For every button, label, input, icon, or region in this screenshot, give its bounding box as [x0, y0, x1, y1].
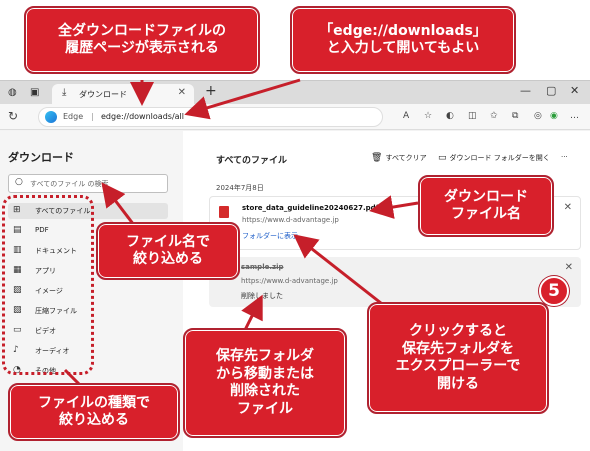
new-tab-icon[interactable]: +	[205, 83, 217, 99]
callout-filter-by-name: ファイル名で 絞り込める	[96, 222, 240, 280]
tab-label: ダウンロード	[79, 90, 127, 99]
refresh-icon[interactable]: ↻	[8, 109, 18, 123]
search-placeholder: すべてのファイル の検索	[30, 180, 109, 188]
more-options-button[interactable]: ···	[561, 153, 568, 161]
minimize-icon[interactable]: —	[520, 84, 531, 97]
address-url[interactable]: edge://downloads/all	[101, 112, 184, 121]
callout-file-name: ダウンロード ファイル名	[418, 175, 554, 237]
step-badge: 5	[539, 276, 569, 306]
favorite-icon[interactable]: ☆	[424, 111, 432, 121]
edge-logo-icon	[45, 111, 57, 123]
address-bar[interactable]: Edge | edge://downloads/all	[38, 107, 383, 127]
download-icon: ⤓	[62, 87, 67, 98]
more-icon[interactable]: …	[570, 111, 579, 121]
address-separator: |	[91, 112, 94, 121]
tab-actions-icon[interactable]: ▣	[30, 87, 39, 98]
clear-all-label: すべてクリア	[385, 154, 427, 162]
close-icon[interactable]: ✕	[564, 202, 572, 213]
open-folder-label: ダウンロード フォルダーを開く	[449, 154, 550, 162]
address-brand: Edge	[63, 112, 84, 121]
file-name[interactable]: store_data_guideline20240627.pdf	[242, 204, 379, 212]
close-icon[interactable]: ✕	[178, 87, 186, 98]
tab-downloads[interactable]: ⤓ ダウンロード ✕	[52, 84, 194, 104]
search-icon: ○	[15, 177, 23, 187]
callout-filter-by-type: ファイルの種類で 絞り込める	[8, 383, 180, 441]
split-screen-icon[interactable]: ◫	[468, 111, 477, 121]
callout-text: 保存先フォルダ から移動または 削除された ファイル	[216, 348, 314, 417]
clear-all-button[interactable]: 🗑 すべてクリア	[371, 153, 427, 163]
maximize-icon[interactable]: ▢	[546, 84, 556, 97]
more-options-label: ···	[561, 153, 568, 161]
callout-url-input: 「edge://downloads」 と入力して開いてもよい	[290, 6, 516, 74]
file-status: 削除しました	[241, 292, 283, 300]
profile-icon[interactable]: ◎	[534, 111, 542, 121]
callout-text: 全ダウンロードファイルの 履歴ページが表示される	[58, 22, 226, 57]
callout-moved-deleted: 保存先フォルダ から移動または 削除された ファイル	[183, 328, 347, 438]
read-aloud-icon[interactable]: A	[403, 111, 409, 121]
filter-highlight	[2, 195, 94, 375]
download-item-deleted: sample.zip https://www.d-advantage.jp 削除…	[209, 257, 581, 307]
trash-icon: 🗑	[371, 153, 383, 163]
workspaces-icon[interactable]: ◍	[8, 87, 17, 98]
tab-bar: ◍ ▣ ⤓ ダウンロード ✕ + — ▢ ✕	[0, 81, 590, 104]
file-source: https://www.d-advantage.jp	[241, 277, 338, 285]
callout-text: 「edge://downloads」 と入力して開いてもよい	[319, 22, 487, 57]
sidebar-title: ダウンロード	[8, 151, 74, 164]
close-icon[interactable]: ✕	[565, 262, 573, 273]
file-source: https://www.d-advantage.jp	[242, 216, 339, 224]
show-in-folder-link[interactable]: フォルダーに表示	[242, 231, 298, 241]
pdf-file-icon	[219, 206, 229, 218]
callout-text: ファイル名で 絞り込める	[126, 233, 210, 268]
favorites-icon[interactable]: ✩	[490, 111, 498, 121]
callout-text: クリックすると 保存先フォルダを エクスプローラーで 開ける	[395, 323, 521, 392]
callout-click-open: クリックすると 保存先フォルダを エクスプローラーで 開ける	[367, 302, 549, 414]
main-title: すべてのファイル	[216, 156, 288, 166]
callout-history-page: 全ダウンロードファイルの 履歴ページが表示される	[24, 6, 260, 74]
open-folder-button[interactable]: ▭ ダウンロード フォルダーを開く	[438, 153, 550, 163]
toolbar: ↻ Edge | edge://downloads/all A ☆ ◐ ◫ ✩ …	[0, 104, 590, 130]
date-heading: 2024年7月8日	[216, 184, 264, 192]
file-name: sample.zip	[241, 263, 284, 271]
callout-text: ダウンロード ファイル名	[444, 188, 528, 223]
window-close-icon[interactable]: ✕	[570, 84, 579, 97]
callout-text: ファイルの種類で 絞り込める	[38, 394, 150, 429]
search-input[interactable]: ○ すべてのファイル の検索	[8, 174, 168, 193]
copilot-icon[interactable]: ◉	[550, 111, 558, 121]
extension-icon[interactable]: ◐	[446, 111, 454, 121]
collections-icon[interactable]: ⧉	[512, 111, 518, 121]
folder-icon: ▭	[438, 153, 447, 163]
stage: ◍ ▣ ⤓ ダウンロード ✕ + — ▢ ✕ ↻ Edge | edge://d…	[0, 0, 590, 451]
